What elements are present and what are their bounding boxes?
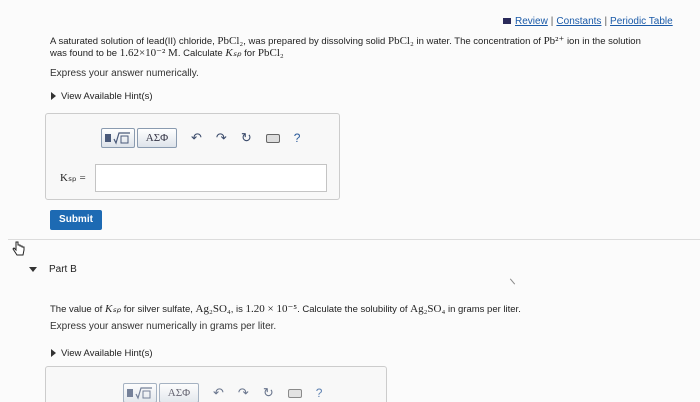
redo-icon[interactable]: ↷ bbox=[216, 130, 227, 146]
constants-link[interactable]: Constants bbox=[556, 16, 601, 27]
templates-icon bbox=[127, 387, 152, 400]
formula-pbcl2: PbCl₂ bbox=[387, 35, 414, 47]
ksp-value: 1.20 × 10⁻⁵ bbox=[245, 303, 298, 315]
formula-ag2so4: Ag₂SO₄ bbox=[410, 303, 446, 315]
undo-icon[interactable]: ↶ bbox=[191, 130, 202, 146]
undo-icon[interactable]: ↶ bbox=[213, 385, 224, 401]
reset-icon[interactable]: ↻ bbox=[241, 130, 252, 146]
reset-icon[interactable]: ↻ bbox=[263, 385, 274, 401]
ksp-symbol: Kₛₚ bbox=[225, 47, 242, 59]
math-toolbar: ΑΣΦ ↶ ↷ ↻ ? bbox=[101, 128, 300, 148]
part-b-title: Part B bbox=[49, 264, 77, 275]
formula-pb-ion: Pb²⁺ bbox=[543, 35, 565, 47]
greek-label: ΑΣΦ bbox=[167, 387, 191, 399]
part-b-question: The value of Kₛₚ for silver sulfate, Ag₂… bbox=[50, 302, 521, 315]
expand-triangle-icon bbox=[51, 92, 56, 101]
ksp-input-label: Kₛₚ = bbox=[60, 172, 86, 184]
link-separator: | bbox=[604, 16, 608, 27]
part-b-instruction: Express your answer numerically in grams… bbox=[50, 321, 277, 332]
question-text: The value of bbox=[50, 304, 103, 315]
part-a-hint-toggle[interactable]: View Available Hint(s) bbox=[51, 91, 153, 102]
question-text: for bbox=[244, 48, 256, 59]
templates-icon bbox=[105, 132, 130, 145]
redo-icon[interactable]: ↷ bbox=[238, 385, 249, 401]
hint-label: View Available Hint(s) bbox=[61, 348, 153, 359]
submit-button[interactable]: Submit bbox=[50, 210, 102, 230]
greek-symbols-button[interactable]: ΑΣΦ bbox=[159, 383, 199, 402]
expand-triangle-icon bbox=[51, 349, 56, 358]
question-text: ion in the solution bbox=[566, 36, 641, 47]
periodic-table-link[interactable]: Periodic Table bbox=[610, 16, 673, 27]
review-icon bbox=[503, 18, 511, 25]
question-text: was found to be bbox=[50, 48, 118, 59]
keyboard-icon[interactable] bbox=[265, 131, 280, 146]
hand-cursor-icon bbox=[12, 241, 25, 256]
templates-button[interactable] bbox=[101, 128, 135, 148]
hint-label: View Available Hint(s) bbox=[61, 91, 153, 102]
help-icon[interactable]: ? bbox=[294, 131, 301, 145]
question-text: . Calculate bbox=[177, 48, 223, 59]
question-text: in water. The concentration of bbox=[416, 36, 541, 47]
link-separator: | bbox=[550, 16, 554, 27]
ksp-symbol: Kₛₚ bbox=[104, 303, 122, 315]
question-text: , is bbox=[230, 304, 243, 315]
part-a-question-line2: was found to be 1.62×10⁻² M. Calculate K… bbox=[50, 46, 284, 59]
greek-label: ΑΣΦ bbox=[145, 132, 169, 144]
formula-pbcl2: PbCl₂ bbox=[257, 47, 284, 59]
question-text: for silver sulfate, bbox=[123, 304, 193, 315]
help-icon[interactable]: ? bbox=[316, 386, 323, 400]
answer-input[interactable] bbox=[95, 164, 327, 192]
stray-mark bbox=[509, 278, 516, 285]
section-divider bbox=[8, 239, 700, 240]
greek-symbols-button[interactable]: ΑΣΦ bbox=[137, 128, 177, 148]
header-links: Review | Constants | Periodic Table bbox=[503, 16, 673, 27]
concentration-value: 1.62×10⁻² M bbox=[119, 47, 178, 59]
question-text: in grams per liter. bbox=[447, 304, 521, 315]
part-b-header[interactable]: Part B bbox=[29, 264, 77, 275]
templates-button[interactable] bbox=[123, 383, 157, 402]
part-b-hint-toggle[interactable]: View Available Hint(s) bbox=[51, 348, 153, 359]
formula-ag2so4: Ag₂SO₄ bbox=[195, 303, 231, 315]
keyboard-icon[interactable] bbox=[287, 386, 302, 401]
question-text: . Calculate the solubility of bbox=[297, 304, 408, 315]
review-link[interactable]: Review bbox=[515, 16, 548, 27]
part-a-instruction: Express your answer numerically. bbox=[50, 68, 199, 79]
math-toolbar: ΑΣΦ ↶ ↷ ↻ ? bbox=[123, 383, 322, 402]
collapse-triangle-icon bbox=[29, 266, 37, 272]
